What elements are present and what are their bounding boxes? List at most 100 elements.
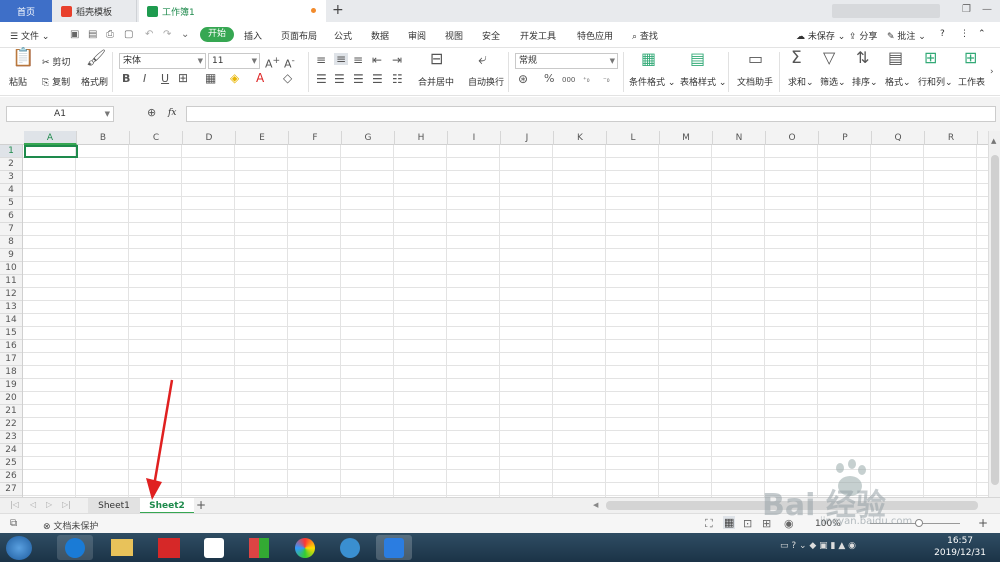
column-header-o[interactable]: O	[766, 131, 819, 145]
thousands-button[interactable]: 000	[562, 74, 575, 86]
copy-button[interactable]: ⎘ 复制	[42, 75, 70, 88]
italic-button[interactable]: I	[143, 73, 146, 85]
doc-assistant-icon[interactable]: ▭	[748, 51, 763, 67]
decrease-decimal-icon[interactable]: ⁻₀	[603, 74, 610, 86]
unsaved-button[interactable]: ☁ 未保存 ⌄	[796, 29, 845, 42]
menu-item-special[interactable]: 特色应用	[577, 29, 613, 42]
taskbar-app-youdao[interactable]	[151, 535, 187, 560]
column-header-l[interactable]: L	[607, 131, 660, 145]
add-sheet-button[interactable]: +	[196, 498, 206, 512]
vertical-scrollbar[interactable]: ▲	[988, 131, 1000, 497]
row-header-13[interactable]: 13	[0, 301, 22, 314]
align-bottom-icon[interactable]: ≡	[353, 54, 363, 66]
tab-workbook[interactable]: 工作簿1	[139, 0, 326, 22]
column-header-m[interactable]: M	[660, 131, 713, 145]
collapse-ribbon-icon[interactable]: ⌃	[978, 29, 986, 39]
column-header-q[interactable]: Q	[872, 131, 925, 145]
menu-item-formulas[interactable]: 公式	[334, 29, 352, 42]
column-header-a[interactable]: A	[24, 131, 77, 145]
column-header-f[interactable]: F	[289, 131, 342, 145]
tray-icons[interactable]: ▭ ? ⌄ ◆ ▣ ▮ ▲ ◉	[780, 541, 856, 551]
conditional-format-icon[interactable]: ▦	[641, 51, 656, 67]
row-header-24[interactable]: 24	[0, 444, 22, 457]
fill-color-icon[interactable]: ▦	[205, 72, 216, 84]
menu-item-review[interactable]: 审阅	[408, 29, 426, 42]
row-header-14[interactable]: 14	[0, 314, 22, 327]
row-header-11[interactable]: 11	[0, 275, 22, 288]
taskbar-app-wps-office[interactable]	[241, 535, 277, 560]
undo-icon[interactable]: ↶	[145, 29, 153, 40]
format-painter-icon[interactable]: 🖌	[86, 50, 106, 66]
grow-font-icon[interactable]: A+	[265, 55, 280, 71]
row-header-1[interactable]: 1	[0, 145, 22, 158]
wrap-text-icon[interactable]: ⤶	[478, 51, 487, 67]
align-center-icon[interactable]: ☰	[334, 73, 345, 85]
font-size-select[interactable]: 11 ▼	[208, 53, 260, 69]
row-header-23[interactable]: 23	[0, 431, 22, 444]
function-icon[interactable]: fx	[168, 108, 176, 118]
cut-button[interactable]: ✂ 剪切	[42, 55, 70, 68]
menu-item-insert[interactable]: 插入	[244, 29, 262, 42]
normal-view-icon[interactable]: ▦	[723, 516, 736, 529]
restore-window-icon[interactable]: ❐	[962, 4, 971, 15]
formula-input[interactable]	[186, 106, 996, 122]
table-style-icon[interactable]: ▤	[690, 51, 705, 67]
menu-item-start[interactable]: 开始	[200, 27, 234, 42]
column-header-j[interactable]: J	[501, 131, 554, 145]
row-header-17[interactable]: 17	[0, 353, 22, 366]
active-cell-a1[interactable]	[24, 145, 78, 158]
row-header-26[interactable]: 26	[0, 470, 22, 483]
search-command[interactable]: ⌕ 查找	[632, 29, 658, 42]
bold-button[interactable]: B	[122, 73, 130, 85]
sum-icon[interactable]: Σ	[791, 50, 802, 67]
row-header-2[interactable]: 2	[0, 158, 22, 171]
row-header-16[interactable]: 16	[0, 340, 22, 353]
filter-icon[interactable]: ▽	[823, 50, 835, 66]
redo-icon[interactable]: ↷	[163, 29, 171, 40]
highlight-icon[interactable]: ◈	[230, 72, 239, 84]
column-header-d[interactable]: D	[183, 131, 236, 145]
menu-item-page-layout[interactable]: 页面布局	[281, 29, 317, 42]
prev-sheet-icon[interactable]: ◁	[30, 500, 36, 509]
comment-button[interactable]: ✎ 批注 ⌄	[887, 29, 926, 42]
row-header-3[interactable]: 3	[0, 171, 22, 184]
taskbar-app-sogou[interactable]	[57, 535, 93, 560]
format-icon[interactable]: ▤	[888, 50, 903, 66]
currency-icon[interactable]: ⊛	[518, 73, 528, 85]
row-header-27[interactable]: 27	[0, 483, 22, 496]
row-header-8[interactable]: 8	[0, 236, 22, 249]
customize-quickbar-icon[interactable]: ⌄	[181, 29, 189, 40]
number-format-select[interactable]: 常规 ▼	[515, 53, 618, 69]
name-box[interactable]: A1 ▼	[6, 106, 114, 122]
column-header-r[interactable]: R	[925, 131, 978, 145]
zoom-search-icon[interactable]: ⊕	[147, 107, 156, 119]
format-button[interactable]: 格式⌄	[885, 75, 911, 88]
row-header-15[interactable]: 15	[0, 327, 22, 340]
conditional-format-button[interactable]: 条件格式 ⌄	[629, 75, 675, 88]
increase-decimal-icon[interactable]: ⁺₀	[583, 74, 590, 86]
paste-button[interactable]: 粘贴	[9, 75, 27, 88]
print-icon[interactable]: ⎙	[106, 29, 114, 40]
file-menu[interactable]: ☰ 文件 ⌄	[10, 29, 49, 42]
protection-status[interactable]: ⊗ 文档未保护	[43, 519, 98, 532]
row-header-5[interactable]: 5	[0, 197, 22, 210]
menu-item-dev-tools[interactable]: 开发工具	[520, 29, 556, 42]
account-area[interactable]	[832, 4, 940, 18]
column-header-h[interactable]: H	[395, 131, 448, 145]
align-right-icon[interactable]: ☰	[353, 73, 364, 85]
tab-home[interactable]: 首页	[0, 0, 52, 22]
row-header-20[interactable]: 20	[0, 392, 22, 405]
merge-center-icon[interactable]: ⊟	[430, 51, 443, 67]
distribute-icon[interactable]: ☷	[392, 73, 403, 85]
taskbar-clock[interactable]: 16:57 2019/12/31	[934, 535, 986, 559]
format-painter-button[interactable]: 格式刷	[81, 75, 108, 88]
merge-center-button[interactable]: 合并居中	[418, 75, 454, 88]
tab-templates[interactable]: 稻壳模板	[53, 0, 137, 22]
row-col-icon[interactable]: ⊞	[924, 50, 937, 66]
clear-format-icon[interactable]: ◇	[283, 72, 292, 84]
menu-item-data[interactable]: 数据	[371, 29, 389, 42]
percent-button[interactable]: %	[544, 73, 554, 85]
worksheet-icon[interactable]: ⊞	[964, 50, 977, 66]
font-color-icon[interactable]: A	[256, 72, 264, 84]
justify-icon[interactable]: ☰	[372, 73, 383, 85]
